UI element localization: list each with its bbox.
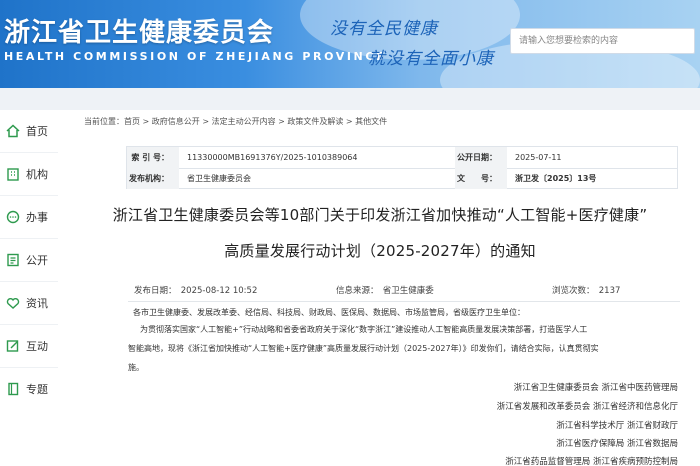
sidebar-item-services[interactable]: 办事 — [0, 196, 58, 238]
sidebar-item-label: 互动 — [26, 340, 48, 353]
handshake-heart-icon — [6, 298, 20, 309]
view-count: 浏览次数： 2137 — [552, 286, 621, 296]
sidebar-item-organization[interactable]: 机构 — [0, 153, 58, 195]
body-line-2: 智能高地，现将《浙江省加快推动“人工智能+医疗健康”高质量发展行动计划（2025… — [128, 344, 599, 353]
chat-icon — [6, 210, 20, 224]
signatory-line: 浙江省科学技术厅 浙江省财政厅 — [556, 421, 678, 431]
sidebar-item-label: 机构 — [26, 168, 48, 181]
sidebar-item-label: 专题 — [26, 383, 48, 396]
header-banner: 浙江省卫生健康委员会 HEALTH COMMISSION OF ZHEJIANG… — [0, 0, 700, 88]
slogan-line-1: 没有全民健康 — [330, 19, 438, 39]
body-line-3: 施。 — [128, 363, 144, 372]
signatory-line: 浙江省药品监督管理局 浙江省疾病预防控制局 — [505, 457, 678, 466]
edit-icon — [6, 340, 19, 352]
info-source: 信息来源： 省卫生健康委 — [336, 286, 434, 296]
document-number-value: 浙卫发〔2025〕13号 — [515, 174, 597, 183]
book-icon — [8, 382, 19, 396]
signatory-line: 浙江省发展和改革委员会 浙江省经济和信息化厅 — [496, 402, 678, 412]
sidebar-item-home[interactable]: 首页 — [0, 110, 58, 152]
sidebar-item-label: 首页 — [26, 125, 48, 138]
issuer-value: 省卫生健康委员会 — [187, 174, 251, 183]
slogan-line-2: 就没有全面小康 — [368, 49, 494, 69]
issuer-label: 发布机构： — [127, 168, 179, 189]
sidebar-item-label: 资讯 — [26, 297, 48, 310]
publish-date-label: 公开日期： — [455, 147, 507, 168]
index-number-value: 11330000MB1691376Y/2025-1010389064 — [187, 153, 358, 162]
signatory-line: 浙江省医疗保障局 浙江省数据局 — [556, 439, 678, 449]
sidebar-item-interaction[interactable]: 互动 — [0, 325, 58, 367]
sidebar-nav: 首页 机构 办事 公开 资讯 互动 专题 — [0, 110, 58, 466]
sidebar-item-news[interactable]: 资讯 — [0, 282, 58, 324]
home-icon — [6, 124, 20, 138]
document-meta-table: 索 引 号： 11330000MB1691376Y/2025-101038906… — [126, 146, 678, 189]
sidebar-item-topics[interactable]: 专题 — [0, 368, 58, 410]
sidebar-item-disclosure[interactable]: 公开 — [0, 239, 58, 281]
document-number-label: 文 号： — [455, 168, 507, 189]
document-info-bar: 发布日期： 2025-08-12 10:52 信息来源： 省卫生健康委 浏览次数… — [128, 283, 680, 299]
document-title-line-1: 浙江省卫生健康委员会等10部门关于印发浙江省加快推动“人工智能+医疗健康” — [112, 206, 648, 224]
publish-time: 发布日期： 2025-08-12 10:52 — [134, 286, 258, 296]
site-subtitle: HEALTH COMMISSION OF ZHEJIANG PROVINCE — [4, 50, 387, 63]
sidebar-item-label: 办事 — [26, 211, 48, 224]
breadcrumb[interactable]: 当前位置：首页 > 政府信息公开 > 法定主动公开内容 > 政策文件及解读 > … — [84, 116, 387, 127]
divider — [128, 301, 680, 302]
site-title[interactable]: 浙江省卫生健康委员会 — [4, 12, 274, 49]
document-list-icon — [7, 253, 19, 267]
index-number-label: 索 引 号： — [127, 147, 179, 168]
sidebar-item-label: 公开 — [26, 254, 48, 267]
recipients-line: 各市卫生健康委、发展改革委、经信局、科技局、财政局、医保局、数据局、市场监管局，… — [133, 308, 525, 317]
search-input[interactable]: 请输入您想要检索的内容 — [510, 28, 695, 54]
signatory-line: 浙江省卫生健康委员会 浙江省中医药管理局 — [513, 383, 678, 393]
publish-date-value: 2025-07-11 — [515, 153, 562, 162]
document-title-line-2: 高质量发展行动计划（2025-2027年）的通知 — [224, 242, 536, 260]
body-line-1: 为贯彻落实国家“人工智能+”行动战略和省委省政府关于深化“数字浙江”建设推动人工… — [140, 325, 588, 334]
building-icon — [7, 168, 19, 181]
